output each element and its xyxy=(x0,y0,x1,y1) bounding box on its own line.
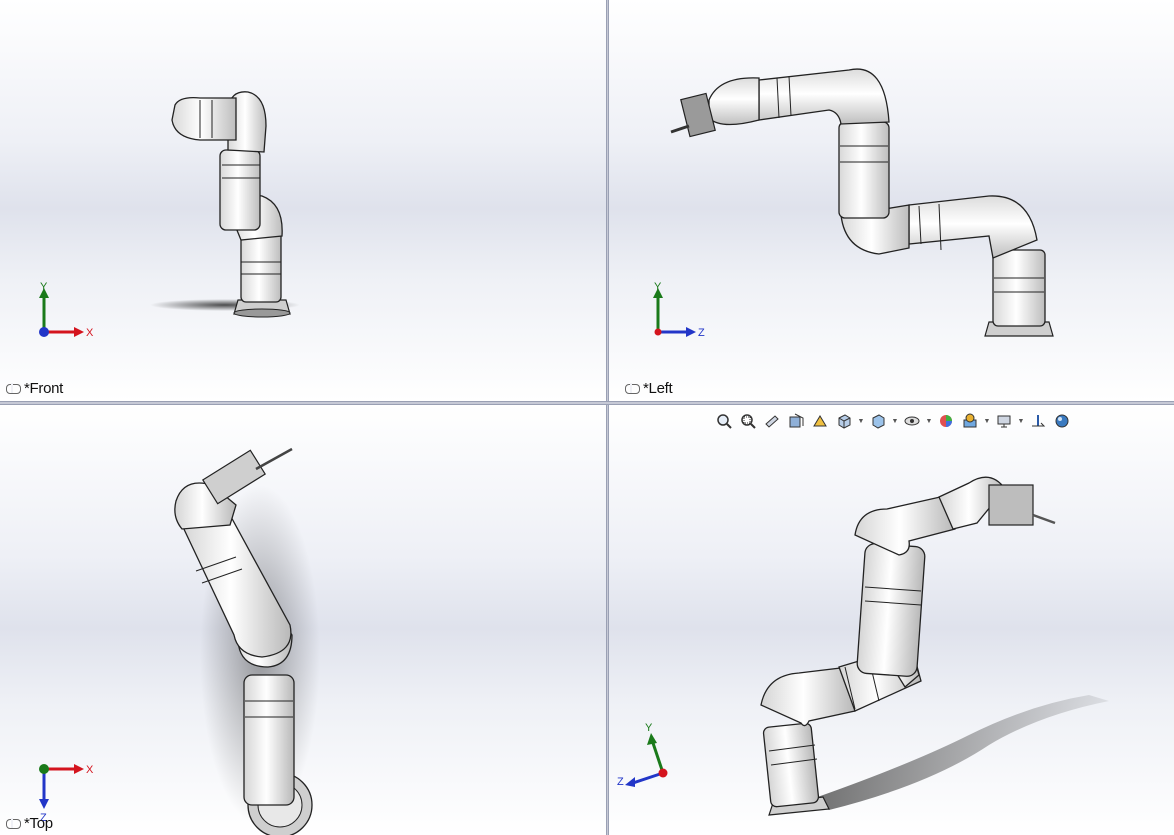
viewport-label-left[interactable]: *Left xyxy=(625,380,673,397)
viewport-splitter-horizontal[interactable] xyxy=(0,401,1174,405)
section-view-icon[interactable] xyxy=(785,410,807,432)
view-settings-dropdown[interactable]: ▼ xyxy=(1017,410,1025,432)
view-settings-icon[interactable] xyxy=(993,410,1015,432)
link-views-icon xyxy=(6,382,21,394)
viewport-left[interactable]: Y Z *Left xyxy=(609,0,1174,401)
view-orientation-dropdown[interactable]: ▼ xyxy=(857,410,865,432)
viewport-isometric[interactable]: Y Z xyxy=(609,405,1174,835)
hide-show-dropdown[interactable]: ▼ xyxy=(925,410,933,432)
apply-scene-icon[interactable] xyxy=(959,410,981,432)
previous-view-icon[interactable] xyxy=(761,410,783,432)
dynamic-annotation-icon[interactable] xyxy=(809,410,831,432)
viewport-label-front[interactable]: *Front xyxy=(6,380,63,397)
axis-label-y: Y xyxy=(654,282,662,293)
viewport-label-top[interactable]: *Top xyxy=(6,815,53,832)
axis-label-z: Z xyxy=(698,327,705,339)
rotate-view-icon[interactable] xyxy=(1027,410,1049,432)
heads-up-view-toolbar: ▼ ▼ ▼ ▼ ▼ xyxy=(713,409,1073,433)
axis-triad-left: Y Z xyxy=(653,282,705,339)
view-orientation-icon[interactable] xyxy=(833,410,855,432)
link-views-icon xyxy=(625,382,640,394)
link-views-icon xyxy=(6,817,21,829)
hide-show-items-icon[interactable] xyxy=(901,410,923,432)
axis-label-y: Y xyxy=(645,723,653,734)
display-style-icon[interactable] xyxy=(867,410,889,432)
axis-triad-isometric: Y Z xyxy=(617,723,668,788)
zoom-to-fit-icon[interactable] xyxy=(713,410,735,432)
axis-label-z: Z xyxy=(617,776,624,788)
apply-scene-dropdown[interactable]: ▼ xyxy=(983,410,991,432)
axis-label-x: X xyxy=(86,764,94,776)
zoom-to-area-icon[interactable] xyxy=(737,410,759,432)
viewport-top[interactable]: X Z *Top xyxy=(0,405,606,835)
viewport-name: *Left xyxy=(643,380,673,397)
solidworks-four-view-window: Y X *Front Y Z *Left X Z *Top Y Z ▼ ▼ ▼ … xyxy=(0,0,1174,835)
axis-label-x: X xyxy=(86,327,94,339)
axis-label-y: Y xyxy=(40,282,48,293)
viewport-front[interactable]: Y X *Front xyxy=(0,0,606,401)
viewport-name: *Front xyxy=(24,380,64,397)
edit-appearance-icon[interactable] xyxy=(935,410,957,432)
display-style-dropdown[interactable]: ▼ xyxy=(891,410,899,432)
axis-triad-front: Y X xyxy=(39,282,94,339)
viewport-name: *Top xyxy=(24,815,53,832)
realview-icon[interactable] xyxy=(1051,410,1073,432)
viewport-splitter-vertical[interactable] xyxy=(606,0,609,835)
robot-arm-isometric-view xyxy=(760,476,1109,816)
